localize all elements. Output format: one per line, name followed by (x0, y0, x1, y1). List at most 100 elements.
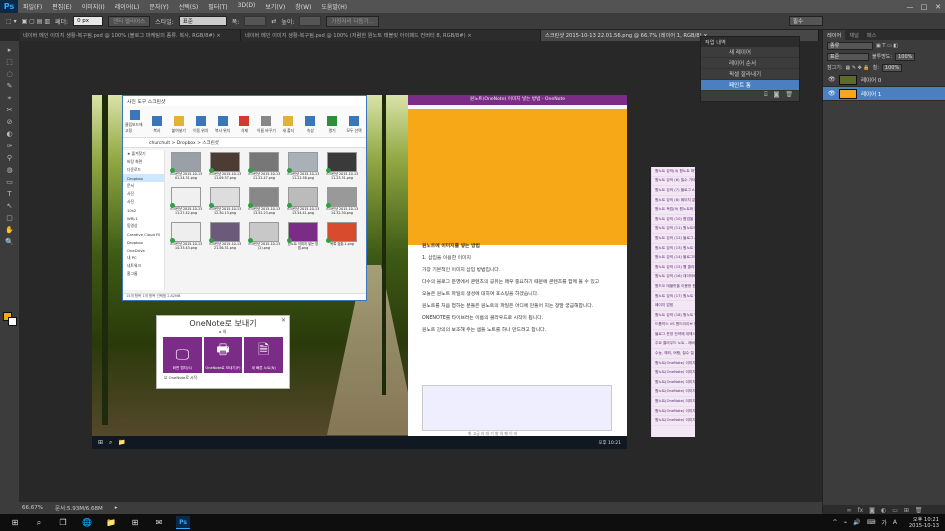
background-color-swatch[interactable] (8, 317, 17, 326)
tool-icon[interactable]: ▢ (4, 213, 16, 223)
page-item[interactable]: 원노트 강의 (17) 원노트 필기 (652, 292, 695, 302)
nav-item[interactable]: 동영상 (123, 222, 164, 230)
taskbar-app-icon[interactable]: ⊞ (128, 516, 142, 529)
blend-mode-select[interactable]: 표준 (827, 52, 869, 61)
antialias-checkbox[interactable]: 앤티 앨리어스 (108, 15, 151, 27)
page-item[interactable]: 원드오 태블릿을 이용한 원노 (652, 282, 695, 292)
page-item[interactable]: 원노트 강의 (15) 웹 클리퍼 블 (652, 263, 695, 273)
trash-icon[interactable]: 🗑 (785, 91, 793, 100)
tool-icon[interactable]: ✑ (4, 141, 16, 151)
tray-icon[interactable]: ^ (833, 519, 838, 526)
tab-document-1[interactable]: 네이버 메인 이미지 생활-복구됨.psd @ 100% (블로그 마케팅의 종… (19, 30, 241, 41)
fx-icon[interactable]: fx (857, 507, 863, 514)
tool-icon[interactable]: ▸ (4, 45, 16, 55)
menu-item[interactable]: 보기(V) (260, 2, 290, 11)
workspace-select[interactable]: 필수 (788, 16, 823, 26)
page-item[interactable]: 원노트 강의 (7) 블로그 API (652, 186, 695, 196)
file-thumbnail[interactable]: 스크린샷 2015-10-13 (2).png (245, 222, 283, 256)
layer-kind-filter[interactable]: 종류 (827, 41, 873, 50)
page-item[interactable]: 원노트 독립(9) 원노트와 블로 (652, 205, 695, 215)
nav-item[interactable]: Dropbox (123, 238, 164, 246)
page-item[interactable]: 원노트(OneNote) 이미지(13-6) (652, 407, 695, 417)
close-button[interactable]: ✕ (931, 0, 945, 13)
adjustment-icon[interactable]: ◐ (881, 507, 886, 514)
page-item[interactable]: 원노트(OneNote) 이미지(13-3) (652, 378, 695, 388)
page-item[interactable]: 주요 클라우드 노트 - 에버노트 (652, 340, 695, 350)
tab-layers[interactable]: 레이어 (823, 30, 846, 40)
file-thumbnail[interactable]: 스크린샷 2015-10-13 14.32.30.png (323, 187, 361, 221)
file-thumbnail[interactable]: 스크린샷 2015-10-13 01.24.31.png (167, 152, 205, 186)
menu-item[interactable]: 파일(F) (18, 2, 47, 11)
link-icon[interactable]: ∞ (846, 507, 851, 514)
layer-row[interactable]: 👁 레이어 1 (823, 87, 945, 101)
nav-item[interactable]: 내 PC (123, 254, 164, 262)
page-item[interactable]: 원노트(OneNote) 이미지(13-7) (652, 416, 695, 427)
file-thumbnail[interactable]: 스크린샷 2015-10-13 13.54.41.png (284, 187, 322, 221)
history-item[interactable]: 새 레이어 (701, 47, 799, 58)
menu-item[interactable]: 문자(Y) (144, 2, 173, 11)
ribbon-button[interactable]: 속성 (300, 108, 320, 134)
taskbar-app-icon[interactable]: 🌐 (80, 516, 94, 529)
ribbon-button[interactable]: 삭제 (235, 108, 255, 134)
menu-item[interactable]: 3D(D) (233, 2, 261, 11)
nav-item[interactable]: 다운로드 (123, 166, 164, 174)
nav-item[interactable]: Creative Cloud Fil (123, 230, 164, 238)
taskbar-clock[interactable]: 오후 10:21 2015-10-13 (909, 514, 939, 531)
status-arrow-icon[interactable]: ▸ (115, 505, 118, 511)
page-item[interactable]: 원노트 강의 (14) 블로그에 원 (652, 253, 695, 263)
tray-icon[interactable]: 가 (881, 518, 887, 527)
fill-input[interactable]: 100% (881, 63, 903, 72)
tray-icon[interactable]: 🔊 (853, 519, 860, 526)
tool-icon[interactable]: ⊘ (4, 117, 16, 127)
explorer-address-bar[interactable]: churchult > Dropbox > 스크린샷 (123, 138, 366, 148)
ribbon-button[interactable]: 복사 위치 (213, 108, 233, 134)
ribbon-button[interactable]: 클립보드에 고정 (125, 108, 145, 134)
menu-item[interactable]: 필터(T) (203, 2, 232, 11)
menu-item[interactable]: 편집(E) (47, 2, 77, 11)
nav-item[interactable]: 사진 (123, 190, 164, 198)
taskbar-app-icon[interactable]: 📁 (104, 516, 118, 529)
menu-item[interactable]: 도움말(H) (316, 2, 352, 11)
tool-icon[interactable]: ⌖ (4, 93, 16, 103)
page-item[interactable]: 블로그 운영 전략에 대해서 (652, 330, 695, 340)
tool-icon[interactable]: ✂ (4, 105, 16, 115)
tool-icon[interactable]: ◌ (4, 69, 16, 79)
group-icon[interactable]: ▭ (892, 507, 898, 514)
nav-item[interactable]: Dropbox (123, 174, 164, 182)
page-item[interactable]: 페이지 없음 (652, 301, 695, 311)
tray-icon[interactable]: ⌁ (844, 519, 848, 526)
page-item[interactable]: 원노트 강의 (13) 원노트 블로 (652, 244, 695, 254)
ribbon-button[interactable]: 복사 (147, 108, 167, 134)
file-thumbnail[interactable]: 스크린샷 2015-10-13 14.33.43.png (167, 222, 205, 256)
file-thumbnail[interactable]: 스크린샷 2015-10-13 11.27.42.png (167, 187, 205, 221)
nav-item[interactable]: 네트워크 (123, 262, 164, 270)
delete-layer-icon[interactable]: 🗑 (915, 507, 923, 514)
page-item[interactable]: 원노트(OneNote) 이미지(13-1) (652, 359, 695, 369)
file-thumbnail[interactable]: 스크린샷 2015-10-13 12.30.13.png (206, 187, 244, 221)
taskbar-app-icon[interactable]: Ps (176, 516, 190, 529)
ribbon-button[interactable]: 열기 (322, 108, 342, 134)
layer-row[interactable]: 👁 레이어 0 (823, 73, 945, 87)
marquee-tool-icon[interactable]: ⬚ ▾ (6, 18, 17, 25)
tool-icon[interactable]: ✋ (4, 225, 16, 235)
menu-item[interactable]: 레이어(L) (110, 2, 145, 11)
nav-item[interactable]: 홈그룹 (123, 270, 164, 278)
file-thumbnail[interactable]: 스크린샷 2015-10-13 11.22.47.png (245, 152, 283, 186)
page-item[interactable]: 원노트(OneNote) 이미지(13-2) (652, 368, 695, 379)
refine-edge-button[interactable]: 가장자리 다듬기... (326, 15, 379, 27)
start-with-onenote-checkbox[interactable]: ☑ OneNote로 시작 (157, 375, 289, 381)
taskbar-app-icon[interactable]: ❐ (56, 516, 70, 529)
tool-icon[interactable]: ◍ (4, 165, 16, 175)
page-item[interactable]: 원노트 강의 (8) 페이지 분류 (652, 196, 695, 206)
minimize-button[interactable]: — (903, 0, 917, 13)
send-to-onenote-button[interactable]: 🖶 OneNote로 보내기(P) (203, 337, 243, 373)
lock-icons[interactable]: ▦ ✎ ✥ 🔒 (846, 65, 870, 71)
ribbon-button[interactable]: 이름 바꾸기 (256, 108, 276, 134)
visibility-eye-icon[interactable]: 👁 (828, 90, 836, 97)
width-input[interactable] (244, 16, 267, 26)
new-layer-icon[interactable]: ⊞ (904, 507, 909, 514)
ribbon-button[interactable]: 이동 위치 (191, 108, 211, 134)
tool-icon[interactable]: ↖ (4, 201, 16, 211)
tool-icon[interactable]: ⬚ (4, 57, 16, 67)
tool-icon[interactable]: T (4, 189, 16, 199)
